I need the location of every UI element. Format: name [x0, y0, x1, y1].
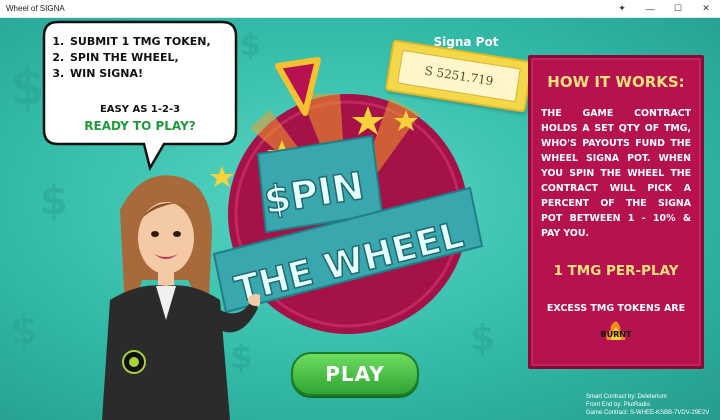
puzzle-icon[interactable]: ✦ — [608, 0, 636, 17]
close-button[interactable]: ✕ — [692, 0, 720, 17]
title-bar: Wheel of SIGNA ✦ — ☐ ✕ — [0, 0, 720, 18]
maximize-button[interactable]: ☐ — [664, 0, 692, 17]
how-it-works-panel: HOW IT WORKS: THE GAME CONTRACT HOLDS A … — [528, 55, 704, 369]
credit-game-contract: Game Contract: S-WHEE-KSBB-7VDV-29E2V — [586, 410, 710, 416]
ready-text: READY TO PLAY? — [84, 119, 196, 133]
play-button[interactable]: PLAY — [291, 352, 419, 396]
step-3: WIN SIGNA! — [68, 66, 224, 82]
excess-text: EXCESS TMG TOKENS ARE — [546, 303, 686, 314]
app-window: Wheel of SIGNA ✦ — ☐ ✕ $ $ $ $ $ $ $PIN … — [0, 0, 720, 420]
bubble-steps: SUBMIT 1 TMG TOKEN, SPIN THE WHEEL, WIN … — [56, 34, 224, 82]
credit-frontend: Front End by: PlutRadio — [586, 402, 650, 408]
per-play-text: 1 TMG PER-PLAY — [553, 263, 679, 279]
window-title: Wheel of SIGNA — [6, 4, 65, 13]
presenter-character-image — [102, 175, 260, 420]
minimize-button[interactable]: — — [636, 0, 664, 17]
game-screen: $ $ $ $ $ $ $PIN THE WHEEL 1. SUBMIT 1 T… — [0, 18, 720, 420]
pot-value: S 5251.719 — [397, 49, 521, 103]
how-it-works-body: THE GAME CONTRACT HOLDS A SET QTY OF TMG… — [541, 108, 691, 239]
step-1: SUBMIT 1 TMG TOKEN, — [68, 34, 224, 50]
how-it-works-title: HOW IT WORKS: — [547, 73, 685, 91]
step-2: SPIN THE WHEEL, — [68, 50, 224, 66]
credit-contract: Smart Contract by: Deleterium — [586, 394, 667, 400]
burnt-label: BURNT — [600, 330, 632, 339]
credits: Smart Contract by: Deleterium Front End … — [586, 393, 716, 417]
easy-text: EASY AS 1-2-3 — [99, 104, 181, 115]
